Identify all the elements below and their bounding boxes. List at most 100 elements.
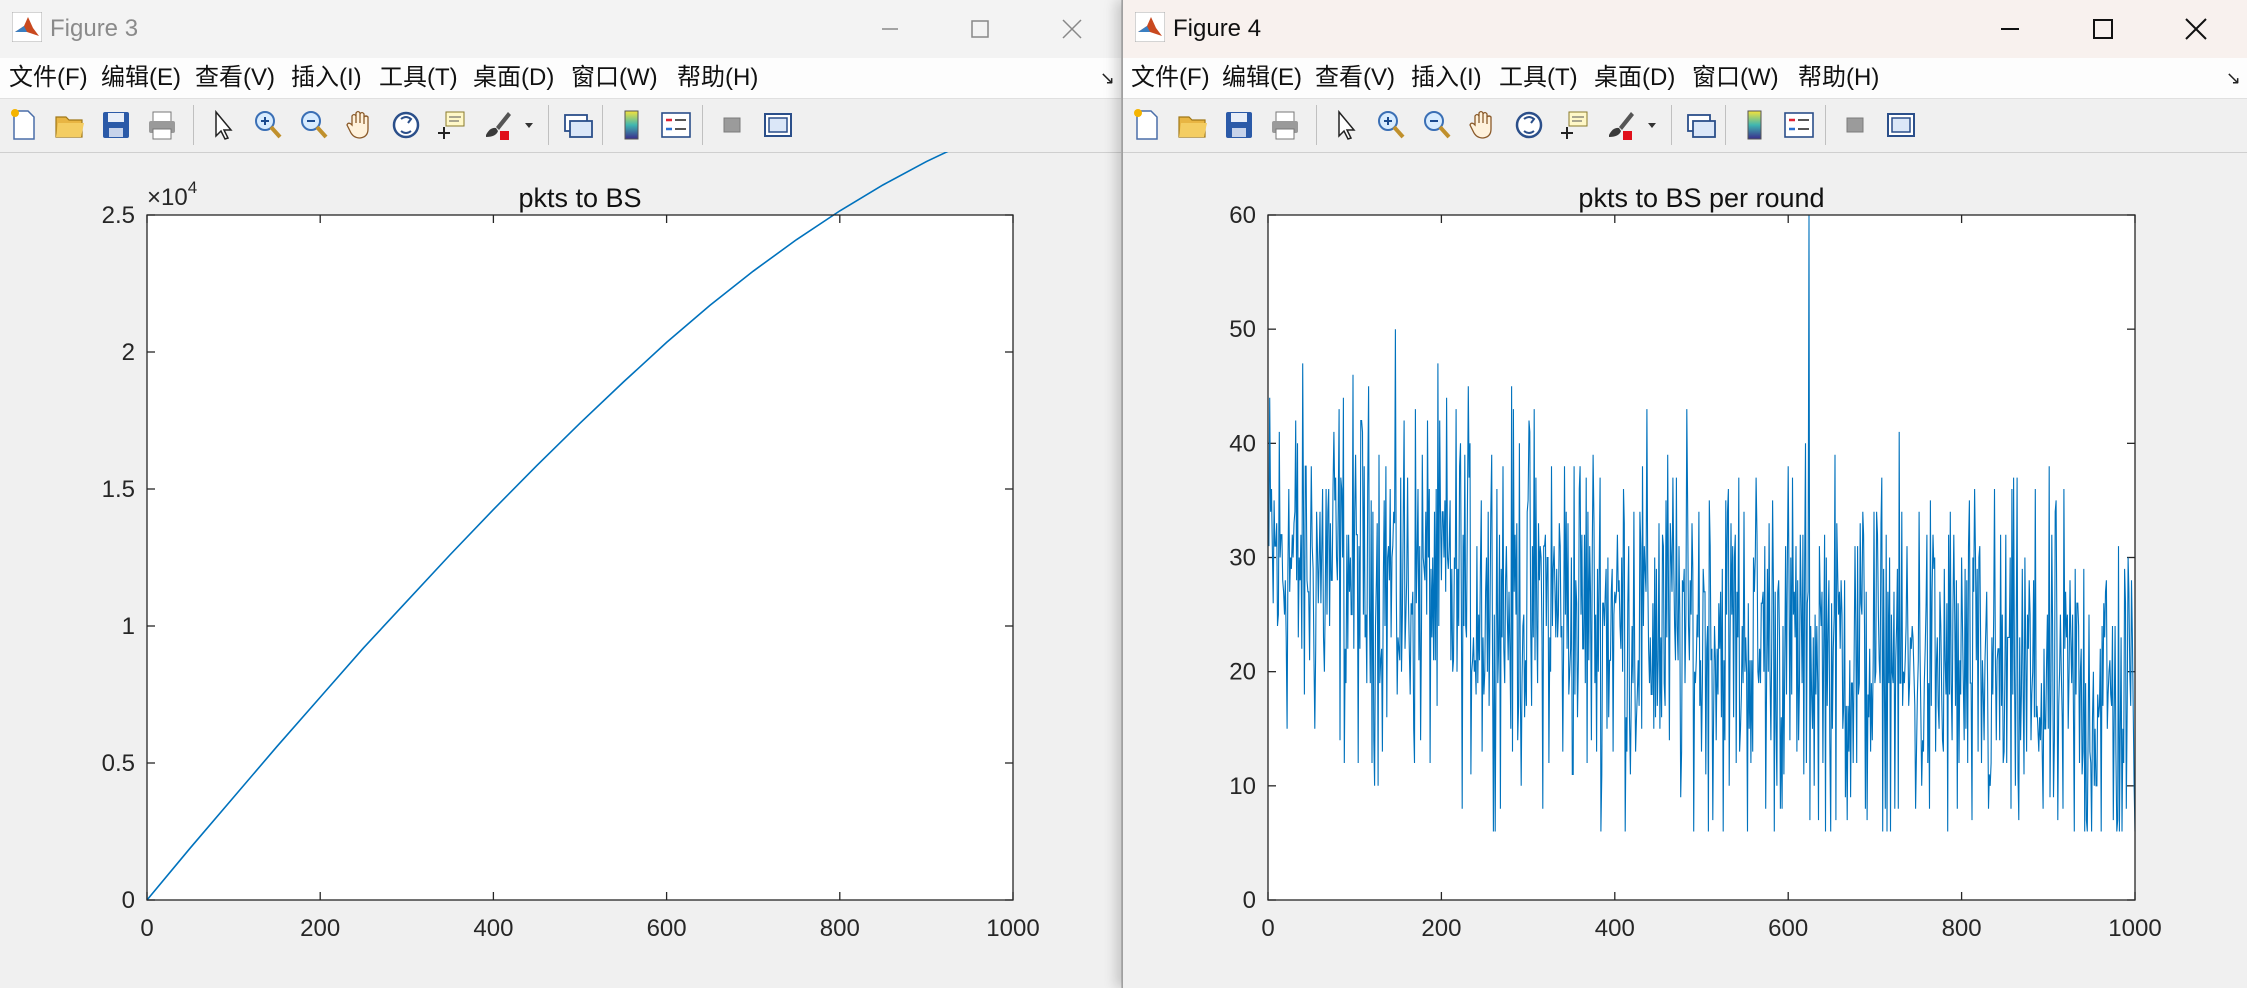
menu-edit[interactable]: 编辑(E) (101, 64, 181, 92)
plot-area: 0 200 400 600 800 1000 0 0.5 1 1.5 2 2.5 pkts to BS ×… (102, 152, 1040, 942)
window-title: Figure 4 (1173, 15, 1262, 42)
x-tick-label: 1000 (986, 915, 1039, 942)
new-file-icon[interactable] (1129, 107, 1165, 143)
x-tick-label: 200 (1421, 915, 1461, 942)
x-tick-label: 600 (1768, 915, 1808, 942)
toolbar-separator (1825, 105, 1826, 145)
save-icon[interactable] (1221, 107, 1257, 143)
hide-plot-tools-icon[interactable] (714, 107, 750, 143)
axes-background (1268, 215, 2135, 900)
zoom-in-icon[interactable] (1373, 107, 1409, 143)
matlab-logo-icon (12, 12, 42, 42)
menu-desktop[interactable]: 桌面(D) (1594, 64, 1675, 92)
print-icon[interactable] (144, 107, 180, 143)
minimize-button[interactable] (845, 4, 935, 54)
maximize-icon (2093, 19, 2113, 39)
y-tick-label: 2 (122, 339, 135, 366)
chart-title: pkts to BS per round (1578, 183, 1824, 213)
pan-hand-icon[interactable] (342, 107, 378, 143)
menu-view[interactable]: 查看(V) (1315, 64, 1395, 92)
minimize-icon (2001, 28, 2019, 30)
dock-arrow-icon[interactable]: ↘ (1100, 68, 1115, 89)
y-tick-label: 60 (1229, 202, 1256, 229)
data-cursor-icon[interactable] (434, 107, 470, 143)
close-button[interactable] (2151, 4, 2241, 54)
menu-window[interactable]: 窗口(W) (1692, 64, 1779, 92)
y-tick-label: 20 (1229, 659, 1256, 686)
pan-hand-icon[interactable] (1465, 107, 1501, 143)
print-icon[interactable] (1267, 107, 1303, 143)
open-folder-icon[interactable] (1175, 107, 1211, 143)
save-icon[interactable] (98, 107, 134, 143)
toolbar-separator (702, 105, 703, 145)
y-tick-label: 2.5 (102, 202, 135, 229)
open-folder-icon[interactable] (52, 107, 88, 143)
hide-plot-tools-icon[interactable] (1837, 107, 1873, 143)
title-bar: Figure 4 (1123, 0, 2247, 58)
zoom-out-icon[interactable] (1419, 107, 1455, 143)
figure-4-window: Figure 4 文件(F) 编辑(E) 查看(V) 插入(I) 工具(T) 桌… (1122, 0, 2247, 988)
menu-tools[interactable]: 工具(T) (379, 64, 458, 92)
show-plot-tools-icon[interactable] (1883, 107, 1919, 143)
figure-toolbar (0, 99, 1121, 153)
y-exponent-value: 4 (188, 178, 197, 197)
brush-dropdown-icon[interactable] (1646, 107, 1682, 143)
x-tick-label: 0 (1261, 915, 1274, 942)
brush-dropdown-icon[interactable] (523, 107, 559, 143)
x-tick-label: 1000 (2108, 915, 2161, 942)
y-tick-label: 10 (1229, 773, 1256, 800)
colorbar-icon[interactable] (614, 107, 650, 143)
x-tick-label: 0 (140, 915, 153, 942)
link-plot-icon[interactable] (560, 107, 596, 143)
axes-background (147, 215, 1013, 900)
menu-desktop[interactable]: 桌面(D) (473, 64, 554, 92)
zoom-in-icon[interactable] (250, 107, 286, 143)
toolbar-separator (1316, 105, 1317, 145)
menu-file[interactable]: 文件(F) (9, 64, 88, 92)
menu-help[interactable]: 帮助(H) (1798, 64, 1879, 92)
figure-toolbar (1123, 99, 2247, 153)
maximize-button[interactable] (2058, 4, 2148, 54)
y-tick-label: 50 (1229, 316, 1256, 343)
matlab-logo-icon (1135, 12, 1165, 42)
x-tick-label: 400 (1595, 915, 1635, 942)
menu-view[interactable]: 查看(V) (195, 64, 275, 92)
close-button[interactable] (1027, 4, 1117, 54)
maximize-icon (971, 20, 989, 38)
toolbar-separator (1725, 105, 1726, 145)
new-file-icon[interactable] (6, 107, 42, 143)
rotate-3d-icon[interactable] (1511, 107, 1547, 143)
link-plot-icon[interactable] (1683, 107, 1719, 143)
title-bar: Figure 3 (0, 0, 1121, 58)
menu-tools[interactable]: 工具(T) (1499, 64, 1578, 92)
legend-icon[interactable] (1781, 107, 1817, 143)
menu-bar: 文件(F) 编辑(E) 查看(V) 插入(I) 工具(T) 桌面(D) 窗口(W… (1123, 58, 2247, 99)
menu-help[interactable]: 帮助(H) (677, 64, 758, 92)
maximize-button[interactable] (935, 4, 1025, 54)
pointer-icon[interactable] (1327, 107, 1363, 143)
brush-icon[interactable] (480, 107, 516, 143)
x-tick-label: 600 (647, 915, 687, 942)
y-tick-label: 0.5 (102, 750, 135, 777)
rotate-3d-icon[interactable] (388, 107, 424, 143)
pointer-icon[interactable] (204, 107, 240, 143)
x-tick-label: 200 (300, 915, 340, 942)
toolbar-separator (193, 105, 194, 145)
show-plot-tools-icon[interactable] (760, 107, 796, 143)
minimize-button[interactable] (1965, 4, 2055, 54)
menu-window[interactable]: 窗口(W) (571, 64, 658, 92)
menu-edit[interactable]: 编辑(E) (1222, 64, 1302, 92)
y-tick-label: 0 (122, 887, 135, 914)
brush-icon[interactable] (1603, 107, 1639, 143)
colorbar-icon[interactable] (1737, 107, 1773, 143)
menu-insert[interactable]: 插入(I) (291, 64, 362, 92)
zoom-out-icon[interactable] (296, 107, 332, 143)
legend-icon[interactable] (658, 107, 694, 143)
menu-insert[interactable]: 插入(I) (1411, 64, 1482, 92)
y-tick-label: 1.5 (102, 476, 135, 503)
data-cursor-icon[interactable] (1557, 107, 1593, 143)
dock-arrow-icon[interactable]: ↘ (2226, 68, 2241, 89)
y-exponent-label: ×104 (147, 178, 197, 211)
toolbar-separator (602, 105, 603, 145)
menu-file[interactable]: 文件(F) (1131, 64, 1210, 92)
